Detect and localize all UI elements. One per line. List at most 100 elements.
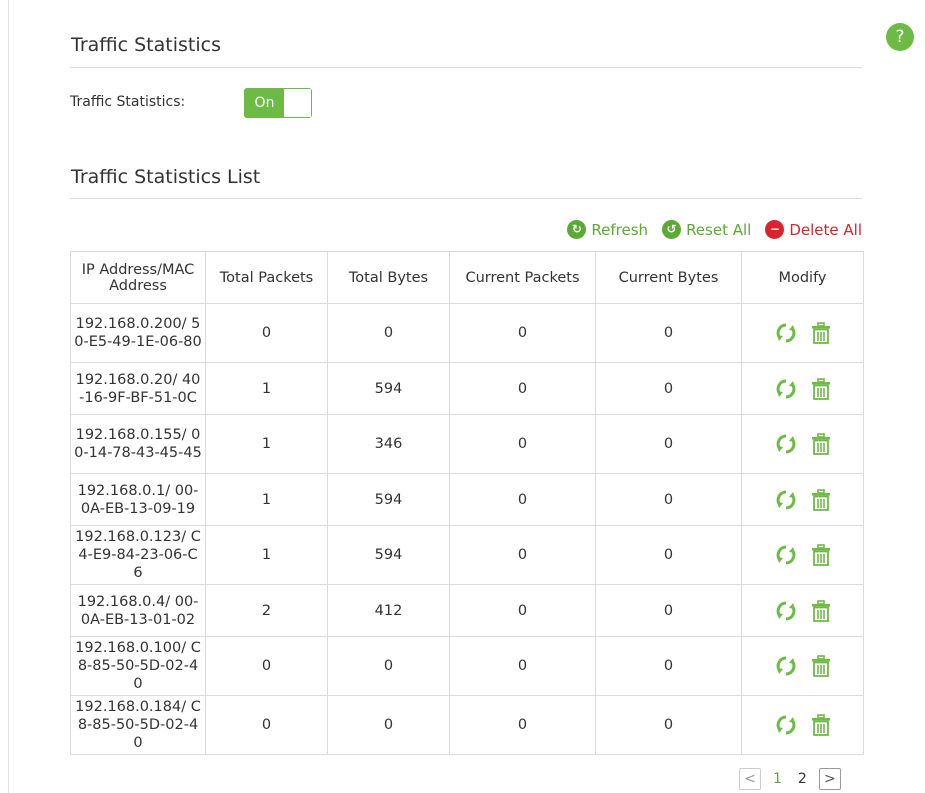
refresh-icon[interactable] bbox=[775, 655, 797, 677]
trash-icon[interactable] bbox=[811, 655, 831, 677]
traffic-statistics-title: Traffic Statistics bbox=[71, 34, 221, 56]
cell-total-packets: 0 bbox=[205, 636, 328, 696]
cell-current-packets: 0 bbox=[449, 362, 596, 415]
pagination: < 1 2 > bbox=[739, 768, 841, 790]
cell-modify bbox=[741, 695, 864, 755]
cell-current-packets: 0 bbox=[449, 473, 596, 526]
cell-address: 192.168.0.200/ 50-E5-49-1E-06-80 bbox=[70, 303, 206, 363]
reset-icon: ↺ bbox=[662, 220, 682, 239]
traffic-statistics-table: IP Address/MAC Address Total Packets Tot… bbox=[70, 251, 864, 755]
refresh-icon[interactable] bbox=[775, 378, 797, 400]
table-row: 192.168.0.1/ 00-0A-EB-13-09-19 1 594 0 0 bbox=[70, 473, 864, 526]
table-row: 192.168.0.100/ C8-85-50-5D-02-40 0 0 0 0 bbox=[70, 636, 864, 696]
header-modify: Modify bbox=[741, 251, 864, 304]
help-icon[interactable]: ? bbox=[886, 23, 914, 51]
cell-current-packets: 0 bbox=[449, 525, 596, 585]
header-current-packets: Current Packets bbox=[449, 251, 596, 304]
header-current-bytes: Current Bytes bbox=[595, 251, 742, 304]
cell-total-packets: 1 bbox=[205, 414, 328, 474]
cell-modify bbox=[741, 303, 864, 363]
cell-total-bytes: 594 bbox=[327, 473, 450, 526]
trash-icon[interactable] bbox=[811, 488, 831, 511]
reset-all-label: Reset All bbox=[686, 220, 752, 239]
cell-total-bytes: 0 bbox=[327, 695, 450, 755]
cell-current-bytes: 0 bbox=[595, 303, 742, 363]
cell-modify bbox=[741, 473, 864, 526]
cell-current-packets: 0 bbox=[449, 584, 596, 637]
cell-address: 192.168.0.1/ 00-0A-EB-13-09-19 bbox=[70, 473, 206, 526]
cell-address: 192.168.0.184/ C8-85-50-5D-02-40 bbox=[70, 695, 206, 755]
trash-icon[interactable] bbox=[811, 714, 831, 736]
traffic-statistics-toggle[interactable]: On bbox=[244, 88, 312, 118]
refresh-icon[interactable] bbox=[775, 489, 797, 511]
cell-total-packets: 0 bbox=[205, 695, 328, 755]
cell-current-bytes: 0 bbox=[595, 695, 742, 755]
cell-address: 192.168.0.155/ 00-14-78-43-45-45 bbox=[70, 414, 206, 474]
cell-modify bbox=[741, 525, 864, 585]
refresh-icon[interactable] bbox=[775, 433, 797, 455]
cell-current-bytes: 0 bbox=[595, 636, 742, 696]
cell-total-packets: 1 bbox=[205, 362, 328, 415]
page-2-link[interactable]: 2 bbox=[794, 771, 811, 787]
delete-all-label: Delete All bbox=[789, 220, 862, 239]
cell-modify bbox=[741, 584, 864, 637]
cell-total-packets: 2 bbox=[205, 584, 328, 637]
table-row: 192.168.0.155/ 00-14-78-43-45-45 1 346 0 0 bbox=[70, 414, 864, 474]
cell-total-bytes: 346 bbox=[327, 414, 450, 474]
cell-current-bytes: 0 bbox=[595, 584, 742, 637]
refresh-icon[interactable] bbox=[775, 714, 797, 736]
cell-current-bytes: 0 bbox=[595, 525, 742, 585]
header-total-bytes: Total Bytes bbox=[327, 251, 450, 304]
cell-total-packets: 1 bbox=[205, 525, 328, 585]
prev-page-button[interactable]: < bbox=[739, 768, 761, 790]
cell-total-bytes: 412 bbox=[327, 584, 450, 637]
trash-icon[interactable] bbox=[811, 544, 831, 566]
minus-icon: − bbox=[765, 220, 785, 239]
table-header-row: IP Address/MAC Address Total Packets Tot… bbox=[70, 251, 864, 304]
page-left-border bbox=[8, 0, 9, 793]
cell-address: 192.168.0.4/ 00-0A-EB-13-01-02 bbox=[70, 584, 206, 637]
cell-current-bytes: 0 bbox=[595, 473, 742, 526]
traffic-statistics-list-title: Traffic Statistics List bbox=[71, 166, 261, 188]
cell-total-bytes: 594 bbox=[327, 525, 450, 585]
page-1-link[interactable]: 1 bbox=[769, 771, 786, 787]
trash-icon[interactable] bbox=[811, 322, 831, 344]
header-total-packets: Total Packets bbox=[205, 251, 328, 304]
delete-all-button[interactable]: − Delete All bbox=[765, 220, 862, 239]
traffic-statistics-label: Traffic Statistics: bbox=[70, 94, 186, 110]
cell-total-bytes: 594 bbox=[327, 362, 450, 415]
table-row: 192.168.0.20/ 40-16-9F-BF-51-0C 1 594 0 0 bbox=[70, 362, 864, 415]
cell-address: 192.168.0.100/ C8-85-50-5D-02-40 bbox=[70, 636, 206, 696]
cell-current-packets: 0 bbox=[449, 695, 596, 755]
refresh-label: Refresh bbox=[591, 220, 649, 239]
cell-current-packets: 0 bbox=[449, 636, 596, 696]
toggle-on-label: On bbox=[245, 89, 284, 117]
refresh-button[interactable]: ↻ Refresh bbox=[567, 220, 648, 239]
refresh-icon[interactable] bbox=[775, 544, 797, 566]
cell-current-packets: 0 bbox=[449, 303, 596, 363]
cell-total-packets: 1 bbox=[205, 473, 328, 526]
refresh-icon[interactable] bbox=[775, 600, 797, 622]
cell-current-bytes: 0 bbox=[595, 362, 742, 415]
section-divider bbox=[70, 67, 862, 68]
table-actions: ↻ Refresh ↺ Reset All − Delete All bbox=[567, 220, 862, 239]
cell-modify bbox=[741, 636, 864, 696]
cell-total-packets: 0 bbox=[205, 303, 328, 363]
table-row: 192.168.0.123/ C4-E9-84-23-06-C6 1 594 0 0 bbox=[70, 525, 864, 585]
trash-icon[interactable] bbox=[811, 377, 831, 400]
refresh-icon: ↻ bbox=[567, 220, 587, 239]
cell-modify bbox=[741, 414, 864, 474]
cell-total-bytes: 0 bbox=[327, 303, 450, 363]
table-row: 192.168.0.184/ C8-85-50-5D-02-40 0 0 0 0 bbox=[70, 695, 864, 755]
cell-current-packets: 0 bbox=[449, 414, 596, 474]
cell-modify bbox=[741, 362, 864, 415]
cell-address: 192.168.0.20/ 40-16-9F-BF-51-0C bbox=[70, 362, 206, 415]
trash-icon[interactable] bbox=[811, 599, 831, 622]
section-divider bbox=[70, 198, 862, 199]
table-row: 192.168.0.200/ 50-E5-49-1E-06-80 0 0 0 0 bbox=[70, 303, 864, 363]
cell-total-bytes: 0 bbox=[327, 636, 450, 696]
refresh-icon[interactable] bbox=[775, 322, 797, 344]
reset-all-button[interactable]: ↺ Reset All bbox=[662, 220, 751, 239]
trash-icon[interactable] bbox=[811, 433, 831, 455]
next-page-button[interactable]: > bbox=[818, 768, 841, 790]
